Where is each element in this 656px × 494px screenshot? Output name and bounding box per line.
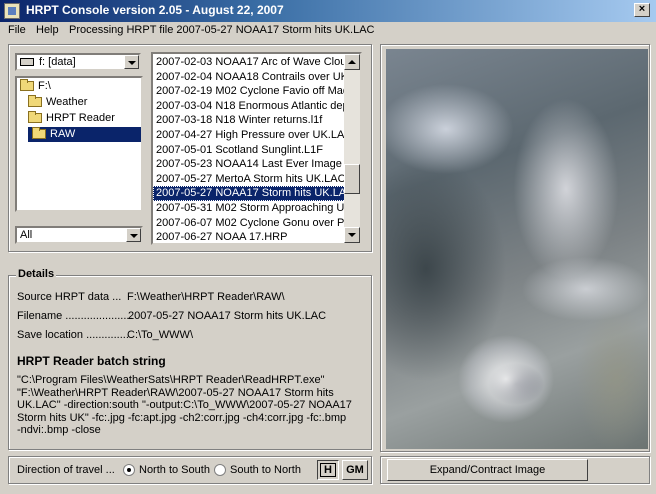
chevron-down-icon[interactable] (124, 55, 139, 69)
app-icon (4, 3, 20, 19)
menu-file[interactable]: File (8, 24, 26, 36)
batch-heading: HRPT Reader batch string (17, 354, 166, 368)
main-window: HRPT Console version 2.05 - August 22, 2… (0, 0, 656, 494)
north-to-south-label[interactable]: North to South (139, 464, 210, 476)
details-heading: Details (16, 268, 57, 280)
file-list-item[interactable]: 2007-06-27 NOAA 17.HRP (153, 230, 346, 243)
drive-icon (20, 58, 34, 66)
satellite-image (386, 49, 648, 449)
batch-line: -ndvi:.bmp -close (17, 424, 101, 436)
file-list-item[interactable]: 2007-05-27 NOAA17 Storm hits UK.LAC (153, 186, 346, 201)
scroll-down-icon[interactable] (344, 227, 360, 243)
chevron-down-icon[interactable] (126, 228, 141, 242)
south-to-north-label[interactable]: South to North (230, 464, 301, 476)
file-list-item[interactable]: 2007-05-01 Scotland Sunglint.L1F (153, 143, 346, 158)
h-button[interactable]: H (317, 460, 339, 480)
menu-help[interactable]: Help (36, 24, 59, 36)
tree-item-hrpt-reader[interactable]: HRPT Reader (28, 111, 115, 126)
radio-south-to-north[interactable] (214, 464, 226, 476)
tree-item-weather[interactable]: Weather (28, 95, 87, 110)
folder-open-icon (20, 79, 34, 92)
file-list-item[interactable]: 2007-03-04 N18 Enormous Atlantic depre (153, 99, 346, 114)
title-bar: HRPT Console version 2.05 - August 22, 2… (0, 0, 656, 22)
status-text: Processing HRPT file 2007-05-27 NOAA17 S… (69, 24, 375, 36)
scroll-thumb[interactable] (344, 164, 360, 194)
radio-north-to-south[interactable] (123, 464, 135, 476)
source-label: Source HRPT data ... (17, 291, 122, 303)
folder-tree[interactable]: F:\ Weather HRPT Reader RAW (15, 76, 143, 212)
batch-line: UK.LAC" -direction:south "-output:C:\To_… (17, 399, 352, 411)
batch-line: Storm hits UK" -fc:.jpg -fc:apt.jpg -ch2… (17, 411, 347, 424)
file-list-item[interactable]: 2007-03-18 N18 Winter returns.l1f (153, 113, 346, 128)
file-list-item[interactable]: 2007-02-19 M02 Cyclone Favio off Mada (153, 84, 346, 99)
file-list-item[interactable]: 2007-06-07 M02 Cyclone Gonu over Per (153, 216, 346, 231)
file-list-item[interactable]: 2007-02-04 NOAA18 Contrails over UK.L (153, 70, 346, 85)
batch-string: "C:\Program Files\WeatherSats\HRPT Reade… (17, 374, 367, 437)
expand-contract-button[interactable]: Expand/Contract Image (387, 459, 588, 481)
tree-item-drive[interactable]: F:\ (20, 79, 51, 94)
file-list-item[interactable]: 2007-04-27 High Pressure over UK.LAC (153, 128, 346, 143)
file-list-item[interactable]: 2007-02-03 NOAA17 Arc of Wave Cloud (153, 55, 346, 70)
menu-bar: File Help Processing HRPT file 2007-05-2… (0, 22, 656, 40)
file-list-scrollbar[interactable] (344, 54, 360, 243)
drive-select[interactable]: f: [data] (15, 53, 141, 71)
direction-label: Direction of travel ... (17, 464, 115, 476)
tree-item-raw[interactable]: RAW (28, 127, 141, 142)
file-list-item[interactable]: 2007-05-27 MertoA Storm hits UK.LAC (153, 172, 346, 187)
window-title: HRPT Console version 2.05 - August 22, 2… (26, 3, 284, 17)
folder-open-icon (28, 95, 42, 108)
source-value: F:\Weather\HRPT Reader\RAW\ (127, 291, 285, 303)
file-list-item[interactable]: 2007-05-23 NOAA14 Last Ever Image 11 (153, 157, 346, 172)
save-location-label: Save location .............. (17, 329, 129, 341)
folder-open-icon (32, 127, 46, 140)
batch-line: "C:\Program Files\WeatherSats\HRPT Reade… (17, 374, 325, 386)
close-button[interactable]: × (634, 3, 650, 17)
save-location-value: C:\To_WWW\ (127, 329, 193, 341)
file-rows: 2007-02-03 NOAA17 Arc of Wave Cloud 2007-… (153, 55, 346, 243)
gm-button[interactable]: GM (342, 460, 368, 480)
filename-label: Filename ...................... (17, 310, 133, 322)
filter-value: All (20, 229, 33, 241)
file-list-item[interactable]: 2007-05-31 M02 Storm Approaching UK. (153, 201, 346, 216)
file-filter-select[interactable]: All (15, 226, 143, 244)
filename-value: 2007-05-27 NOAA17 Storm hits UK.LAC (128, 310, 327, 322)
drive-value: f: [data] (39, 56, 76, 68)
folder-open-icon (28, 111, 42, 124)
file-list[interactable]: 2007-02-03 NOAA17 Arc of Wave Cloud 2007-… (151, 52, 362, 245)
batch-line: "F:\Weather\HRPT Reader\RAW\2007-05-27 N… (17, 386, 334, 399)
scroll-up-icon[interactable] (344, 54, 360, 70)
